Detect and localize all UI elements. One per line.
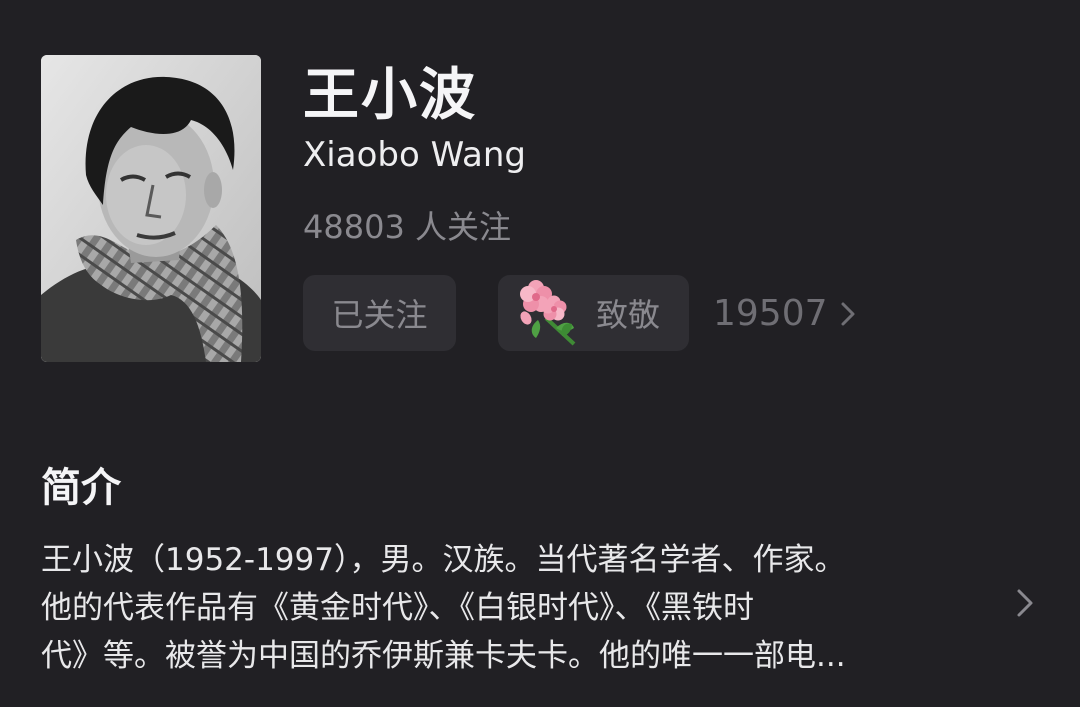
salute-button[interactable]: 致敬 — [498, 275, 689, 351]
salute-button-label: 致敬 — [596, 296, 661, 334]
author-portrait — [41, 55, 261, 362]
author-name-english: Xiaobo Wang — [303, 135, 526, 175]
intro-heading: 简介 — [41, 465, 121, 511]
intro-line: 他的代表作品有《黄金时代》、《白银时代》、《黑铁时 — [41, 590, 754, 626]
follower-count: 48803 人关注 — [303, 208, 511, 246]
intro-summary[interactable]: 王小波（1952-1997），男。汉族。当代著名学者、作家。 他的代表作品有《黄… — [41, 536, 961, 680]
portrait-image — [41, 55, 261, 362]
intro-line: 代》等。被誉为中国的乔伊斯兼卡夫卡。他的唯一一部电... — [41, 638, 846, 674]
salute-count-link[interactable]: 19507 — [713, 292, 856, 336]
chevron-right-icon[interactable] — [1016, 588, 1034, 618]
author-name-chinese: 王小波 — [303, 63, 477, 128]
flower-icon — [520, 280, 576, 346]
following-button[interactable]: 已关注 — [303, 275, 456, 351]
chevron-right-icon — [841, 302, 855, 326]
salute-count: 19507 — [713, 293, 828, 334]
following-button-label: 已关注 — [331, 296, 428, 334]
author-profile-page: 王小波 Xiaobo Wang 48803 人关注 已关注 致敬 19507 简… — [0, 0, 1080, 707]
intro-line: 王小波（1952-1997），男。汉族。当代著名学者、作家。 — [41, 542, 846, 578]
